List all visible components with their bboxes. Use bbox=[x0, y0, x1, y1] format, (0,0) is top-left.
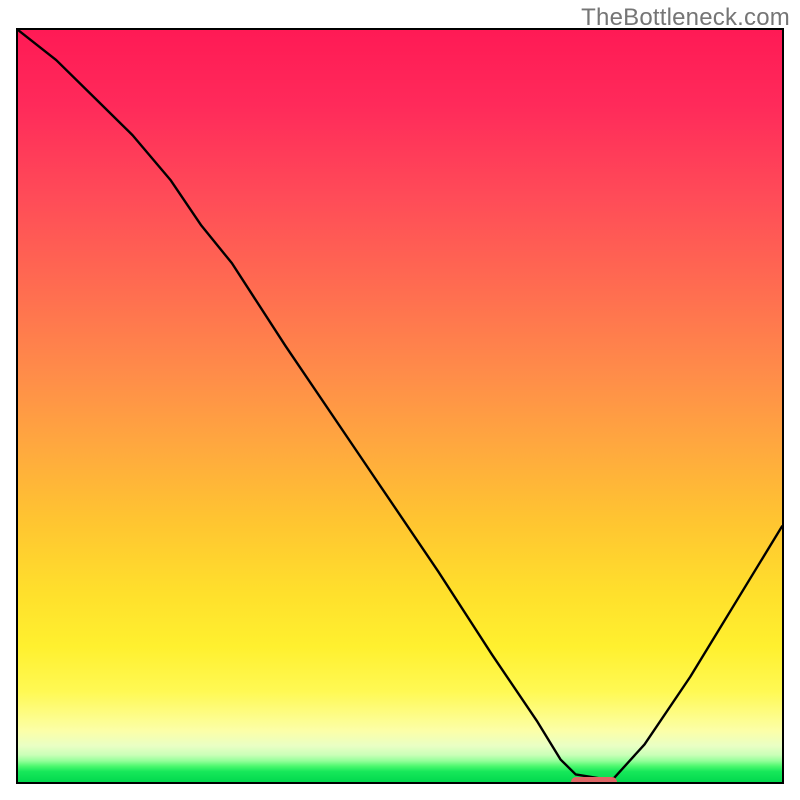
plot-area bbox=[16, 28, 784, 784]
bottleneck-curve-path bbox=[18, 30, 782, 778]
optimum-marker bbox=[571, 777, 617, 784]
watermark-text: TheBottleneck.com bbox=[581, 4, 790, 32]
curve-layer bbox=[18, 30, 782, 782]
chart-frame: TheBottleneck.com bbox=[0, 0, 800, 800]
